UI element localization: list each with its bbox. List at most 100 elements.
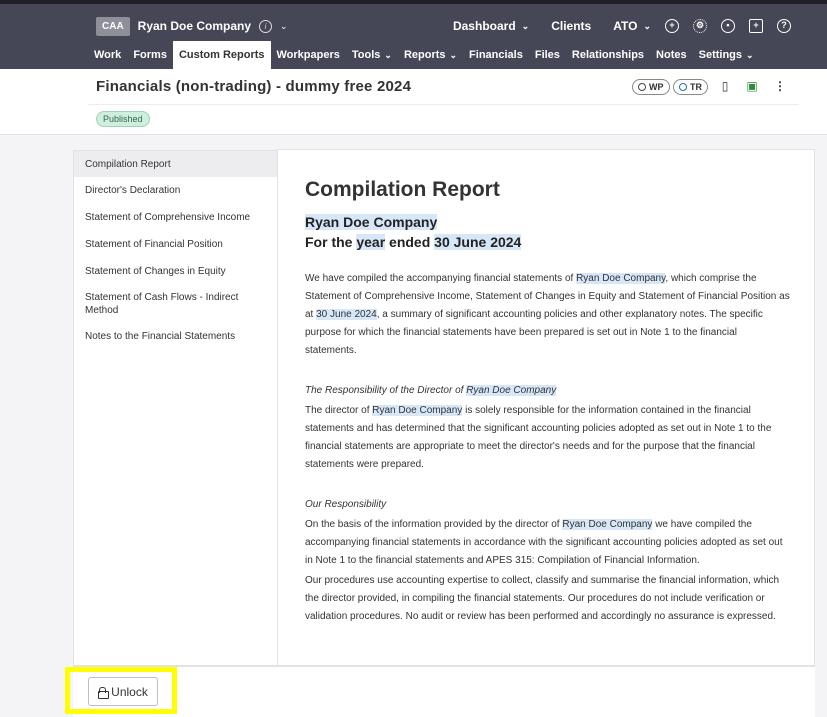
page-title: Financials (non-trading) - dummy free 20… [96,78,412,95]
gift-icon[interactable]: + [749,19,763,33]
tab-label: Financials [469,49,523,61]
org-name: Ryan Doe Company [137,19,252,33]
footer-bar [73,666,815,717]
top-bar: CAA Ryan Doe Company i ⌄ Dashboard ⌄ Clie… [0,0,827,69]
period-text: ended [385,234,435,250]
tab-label: Work [94,49,122,61]
radio-icon [638,83,646,91]
paragraph-text: The director of [305,405,373,416]
paragraph-procedures: Our procedures use accounting expertise … [305,575,780,622]
nav-ato-label: ATO [613,19,638,33]
top-edge [0,0,827,4]
chevron-down-icon: ⌄ [449,49,458,60]
lock-icon [98,686,110,699]
highlighted-company: Ryan Doe Company [576,273,666,284]
sidebar-item-label: Statement of Cash Flows - Indirect Metho… [85,291,239,316]
tab-work[interactable]: Work [88,41,127,69]
user-circle-icon[interactable]: • [721,19,735,33]
sidebar-item-changes-in-equity[interactable]: Statement of Changes in Equity [74,258,277,285]
tab-workpapers[interactable]: Workpapers [271,41,346,69]
sidebar-item-label: Statement of Changes in Equity [85,266,226,277]
period-text: For the [305,234,357,250]
status-badge: Published [96,111,150,127]
tab-label: Forms [133,49,167,61]
radio-icon [679,83,687,91]
chevron-down-icon[interactable]: ⌄ [280,21,288,32]
page-header: Financials (non-trading) - dummy free 20… [0,69,827,135]
paragraph-basis: On the basis of the information provided… [305,516,791,570]
unlock-button[interactable]: Unlock [88,677,158,706]
report-company: Ryan Doe Company [305,212,791,232]
tab-reports[interactable]: Reports ⌄ [398,41,463,69]
tab-custom-reports[interactable]: Custom Reports [172,41,271,69]
wp-toggle[interactable]: WP [632,79,670,95]
clipboard-add-icon[interactable]: ▣ [745,78,759,95]
sidebar-item-financial-position[interactable]: Statement of Financial Position [74,231,277,258]
highlighted-company: Ryan Doe Company [372,405,463,416]
paragraph-intro: We have compiled the accompanying financ… [305,270,791,360]
tr-toggle[interactable]: TR [673,79,708,95]
sidebar-item-compilation-report[interactable]: Compilation Report [74,151,277,177]
tab-label: Workpapers [276,49,340,61]
plus-circle-icon[interactable]: + [665,19,679,33]
paragraph-text: We have compiled the accompanying financ… [305,273,577,284]
sidebar-item-comprehensive-income[interactable]: Statement of Comprehensive Income [74,204,277,231]
nav-clients[interactable]: Clients [551,19,591,33]
tab-settings[interactable]: Settings ⌄ [693,41,760,69]
sidebar-item-label: Compilation Report [85,158,171,170]
tab-financials[interactable]: Financials [463,41,529,69]
section-heading-director: The Responsibility of the Director of Ry… [305,382,791,400]
tr-label: TR [690,82,702,92]
main-nav: Work Forms Custom Reports Workpapers Too… [88,41,760,69]
nav-clients-label: Clients [551,19,592,33]
gear-icon[interactable]: ⚙ [693,19,707,33]
nav-dashboard-label: Dashboard [452,19,516,33]
tab-tools[interactable]: Tools ⌄ [346,41,398,69]
highlighted-date: 30 June 2024 [434,234,522,250]
report-title: Compilation Report [305,178,500,201]
tab-files[interactable]: Files [529,41,566,69]
nav-ato[interactable]: ATO ⌄ [613,19,651,33]
chevron-down-icon: ⌄ [384,49,392,60]
org-switcher[interactable]: CAA Ryan Doe Company i ⌄ [96,16,288,36]
highlighted-company: Ryan Doe Company [466,385,557,396]
tab-label: Reports [403,49,446,61]
highlighted-year: year [356,234,386,250]
tab-label: Custom Reports [178,49,265,61]
tab-label: Settings [698,49,743,61]
sidebar-item-label: Notes to the Financial Statements [85,330,236,342]
info-icon[interactable]: i [259,19,273,33]
pdf-icon[interactable]: ▯ [718,78,732,95]
help-icon[interactable]: ? [777,19,791,33]
tab-forms[interactable]: Forms [127,41,173,69]
section-heading-our-responsibility: Our Responsibility [305,499,387,510]
sidebar-item-label: Statement of Financial Position [85,239,223,250]
tab-label: Notes [656,49,687,61]
paragraph-director: The director of Ryan Doe Company is sole… [305,402,791,474]
sidebar-item-label: Director's Declaration [85,185,181,196]
sidebar-item-label: Statement of Comprehensive Income [85,212,251,223]
heading-text: The Responsibility of the Director of [305,385,467,396]
highlighted-date: 30 June 2024 [316,309,377,320]
right-nav: Dashboard ⌄ Clients ATO ⌄ + ⚙ • + ? [427,16,791,36]
unlock-label: Unlock [111,684,148,699]
chevron-down-icon: ⌄ [643,20,651,31]
highlighted-company: Ryan Doe Company [562,519,653,530]
report-content: Compilation Report Ryan Doe Company For … [277,149,815,666]
nav-dashboard[interactable]: Dashboard ⌄ [453,19,529,33]
paragraph-text: On the basis of the information provided… [305,519,563,530]
report-body: Compilation Report Ryan Doe Company For … [305,178,791,626]
highlighted-company: Ryan Doe Company [305,214,438,230]
sidebar-item-notes[interactable]: Notes to the Financial Statements [74,322,277,350]
wp-label: WP [649,82,664,92]
chevron-down-icon: ⌄ [521,20,530,31]
chevron-down-icon: ⌄ [746,49,754,60]
kebab-menu-icon[interactable]: ⋮ [773,78,787,95]
header-divider [88,104,799,105]
sidebar-item-directors-declaration[interactable]: Director's Declaration [74,177,277,204]
tab-notes[interactable]: Notes [650,41,693,69]
tab-label: Relationships [571,49,645,61]
sidebar-item-cash-flows[interactable]: Statement of Cash Flows - Indirect Metho… [74,285,277,322]
report-sections-sidebar: Compilation Report Director's Declaratio… [73,150,277,666]
tab-relationships[interactable]: Relationships [566,41,650,69]
